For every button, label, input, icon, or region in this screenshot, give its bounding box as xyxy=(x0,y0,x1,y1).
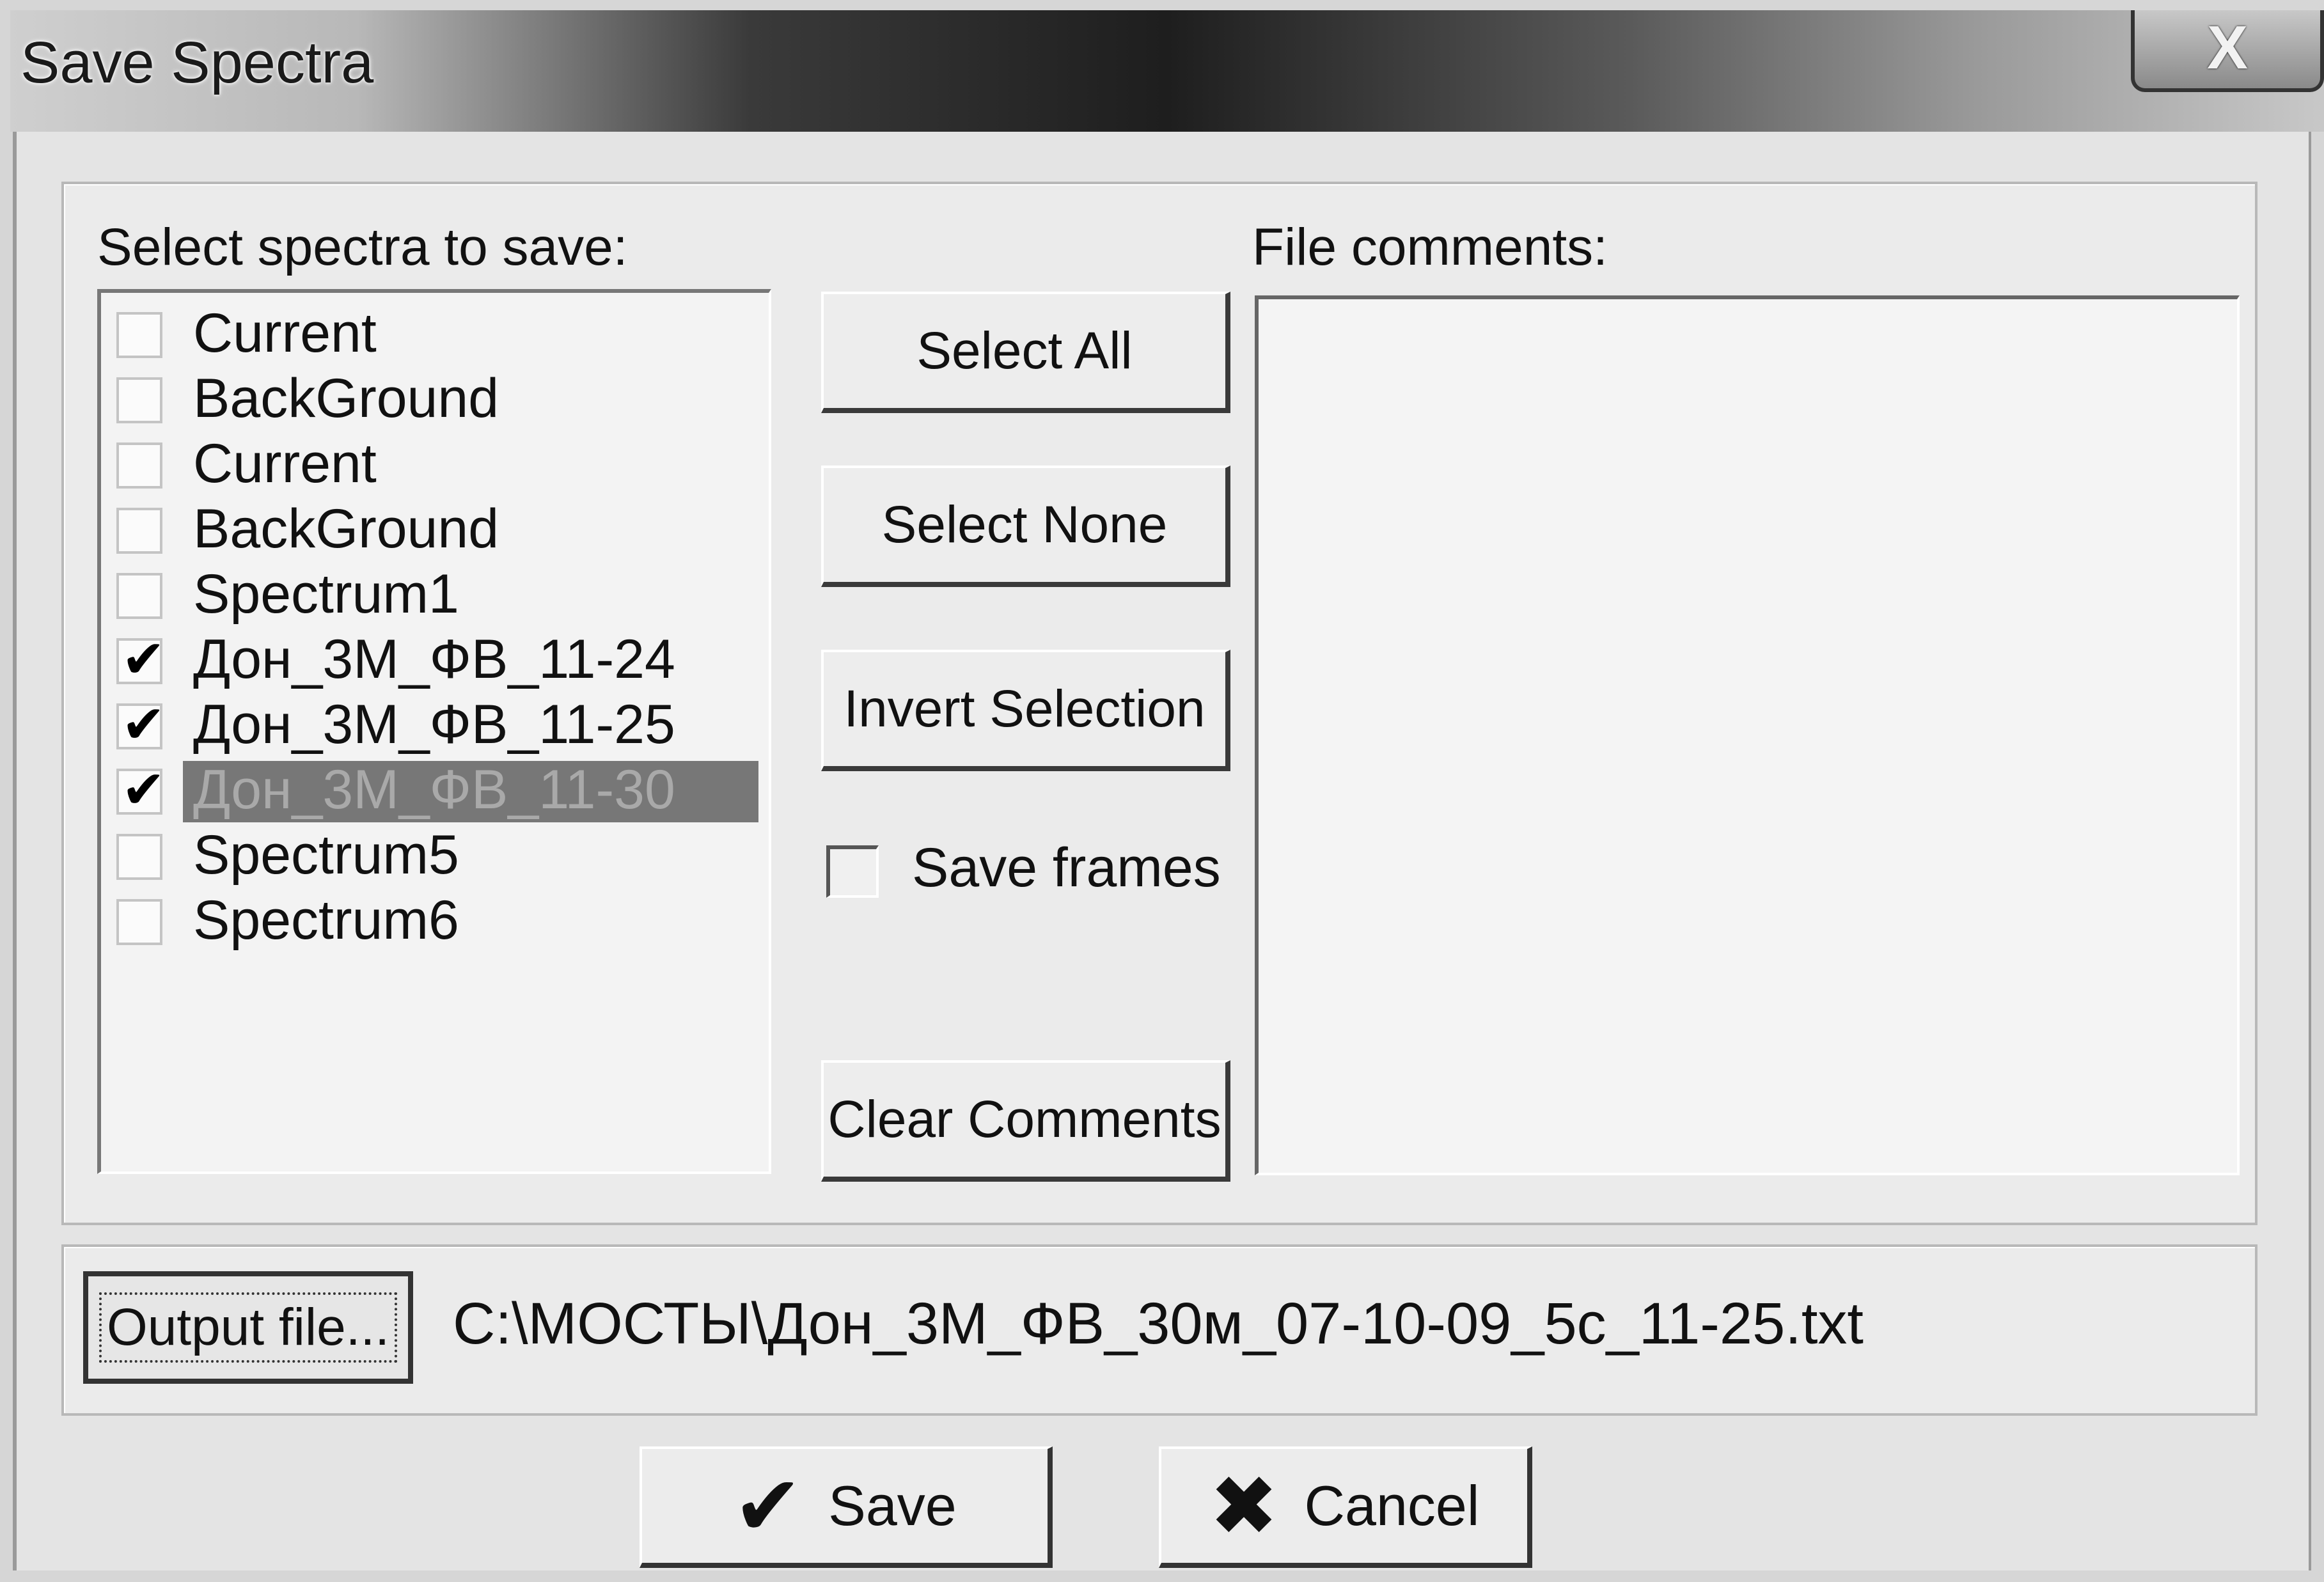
list-item[interactable]: Дон_3М_ФВ_11-24 xyxy=(116,629,762,693)
list-item-checkbox[interactable] xyxy=(116,629,166,690)
list-item-label: Spectrum1 xyxy=(193,563,459,625)
save-button[interactable]: ✔ Save xyxy=(640,1446,1053,1568)
output-file-button[interactable]: Output file... xyxy=(83,1271,413,1384)
list-item[interactable]: Дон_3М_ФВ_11-25 xyxy=(116,694,762,758)
list-item-label: BackGround xyxy=(193,368,499,429)
select-spectra-label: Select spectra to save: xyxy=(97,218,628,276)
list-item-checkbox[interactable] xyxy=(116,442,162,489)
list-item[interactable]: Spectrum5 xyxy=(116,824,762,889)
list-item[interactable]: BackGround xyxy=(116,368,762,432)
save-frames-checkbox[interactable] xyxy=(826,845,879,898)
cancel-button[interactable]: ✖ Cancel xyxy=(1159,1446,1532,1568)
title-bar: Save Spectra X xyxy=(10,10,2324,132)
list-item-checkbox[interactable] xyxy=(116,899,162,945)
list-item-label: Current xyxy=(193,433,377,494)
select-all-button[interactable]: Select All xyxy=(821,292,1230,413)
output-file-path: C:\МОСТЫ\Дон_3М_ФВ_30м_07-10-09_5с_11-25… xyxy=(453,1291,1864,1356)
list-item[interactable]: Дон_3М_ФВ_11-30 xyxy=(116,759,762,824)
list-item-label: Current xyxy=(193,302,377,364)
file-comments-label: File comments: xyxy=(1252,218,1608,276)
list-item[interactable]: BackGround xyxy=(116,498,762,563)
invert-selection-button[interactable]: Invert Selection xyxy=(821,650,1230,771)
list-item[interactable]: Current xyxy=(116,433,762,497)
list-item-checkbox[interactable] xyxy=(116,834,162,880)
close-button[interactable]: X xyxy=(2131,10,2324,92)
close-icon: X xyxy=(2206,13,2249,82)
list-item[interactable]: Spectrum6 xyxy=(116,889,762,954)
list-item-label: BackGround xyxy=(193,498,499,560)
list-item-checkbox[interactable] xyxy=(116,694,166,755)
list-item-label: Дон_3М_ФВ_11-25 xyxy=(193,694,675,755)
list-item-checkbox[interactable] xyxy=(116,573,162,619)
cancel-button-label: Cancel xyxy=(1304,1474,1480,1537)
list-item[interactable]: Spectrum1 xyxy=(116,563,762,628)
list-item-label: Дон_3М_ФВ_11-30 xyxy=(193,759,675,820)
save-frames-label: Save frames xyxy=(912,837,1221,898)
list-item-label: Spectrum6 xyxy=(193,889,459,951)
clear-comments-button[interactable]: Clear Comments xyxy=(821,1060,1230,1182)
window-title: Save Spectra xyxy=(20,30,374,95)
list-item[interactable]: Current xyxy=(116,302,762,367)
list-item-label: Дон_3М_ФВ_11-24 xyxy=(193,629,675,690)
list-item-checkbox[interactable] xyxy=(116,760,166,820)
x-icon: ✖ xyxy=(1209,1457,1279,1555)
list-item-checkbox[interactable] xyxy=(116,312,162,358)
file-comments-memo[interactable] xyxy=(1255,295,2240,1175)
spectra-list[interactable]: Current BackGround Current BackGround Spectr… xyxy=(97,289,771,1174)
list-item-checkbox[interactable] xyxy=(116,508,162,554)
save-button-label: Save xyxy=(828,1474,957,1537)
check-icon: ✔ xyxy=(733,1457,803,1555)
list-item-label: Spectrum5 xyxy=(193,824,459,886)
output-file-button-label: Output file... xyxy=(98,1292,398,1363)
select-none-button[interactable]: Select None xyxy=(821,466,1230,587)
list-item-checkbox[interactable] xyxy=(116,377,162,423)
